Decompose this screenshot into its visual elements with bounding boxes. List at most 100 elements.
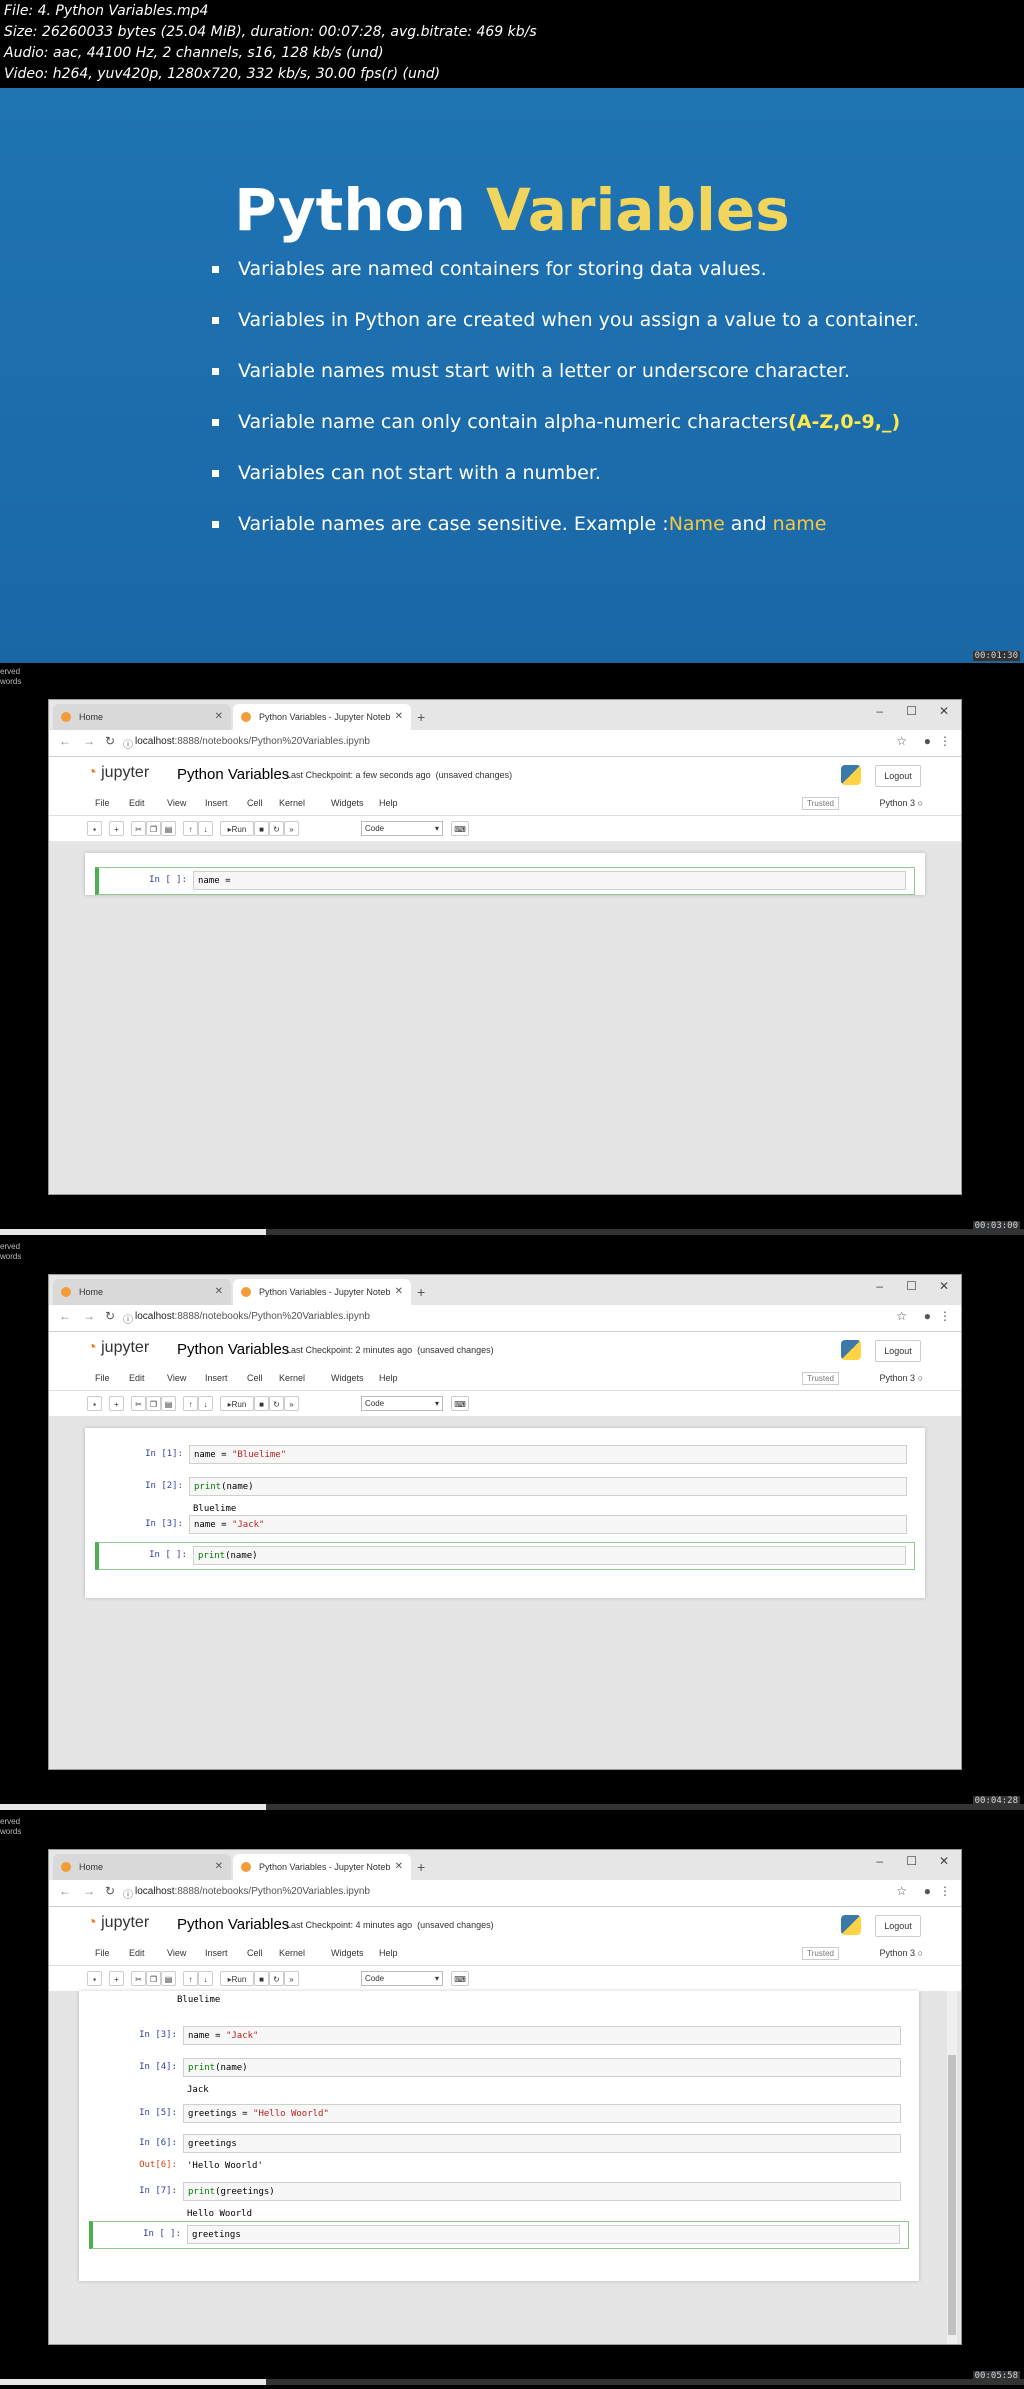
- tab-notebook[interactable]: Python Variables - Jupyter Noteb ✕: [233, 704, 411, 730]
- back-icon[interactable]: ←: [59, 1884, 71, 1898]
- copy-icon[interactable]: ❐: [146, 1396, 161, 1411]
- command-palette-icon[interactable]: ⌨: [451, 1396, 469, 1411]
- code-cell[interactable]: In [7]: print(greetings): [89, 2179, 909, 2205]
- run-button[interactable]: ▸Run: [220, 1396, 254, 1411]
- code-cell[interactable]: In [6]: greetings: [89, 2131, 909, 2157]
- back-icon[interactable]: ←: [59, 734, 71, 748]
- close-tab-icon[interactable]: ✕: [395, 704, 403, 730]
- menu-item[interactable]: File: [95, 798, 110, 808]
- account-icon[interactable]: ●: [924, 1309, 931, 1323]
- paste-icon[interactable]: ▤: [161, 1396, 176, 1411]
- restart-run-all-icon[interactable]: »: [284, 1971, 299, 1986]
- trusted-badge[interactable]: Trusted: [802, 1372, 839, 1385]
- notebook-title[interactable]: Python Variables: [177, 1916, 289, 1933]
- tab-notebook[interactable]: Python Variables - Jupyter Noteb ✕: [233, 1854, 411, 1880]
- run-button[interactable]: ▸Run: [220, 821, 254, 836]
- close-tab-icon[interactable]: ✕: [395, 1279, 403, 1305]
- reload-icon[interactable]: ↻: [105, 1309, 115, 1323]
- forward-icon[interactable]: →: [83, 1884, 95, 1898]
- menu-item[interactable]: Widgets: [331, 798, 364, 808]
- close-tab-icon[interactable]: ✕: [395, 1854, 403, 1880]
- run-button[interactable]: ▸Run: [220, 1971, 254, 1986]
- paste-icon[interactable]: ▤: [161, 1971, 176, 1986]
- code-cell[interactable]: In [ ]: name =: [95, 867, 915, 895]
- tab-notebook[interactable]: Python Variables - Jupyter Noteb ✕: [233, 1279, 411, 1305]
- menu-item[interactable]: Cell: [247, 798, 263, 808]
- minimize-icon[interactable]: –: [876, 704, 883, 718]
- code-input[interactable]: print(name): [183, 2058, 901, 2077]
- minimize-icon[interactable]: –: [876, 1279, 883, 1293]
- code-input[interactable]: name = "Bluelime": [189, 1445, 907, 1464]
- code-input[interactable]: greetings: [187, 2225, 900, 2244]
- close-tab-icon[interactable]: ✕: [215, 1854, 223, 1880]
- video-progress-bar[interactable]: [0, 2379, 1024, 2385]
- code-input[interactable]: name = "Jack": [183, 2026, 901, 2045]
- video-progress-bar[interactable]: [0, 1804, 1024, 1810]
- code-cell[interactable]: In [2]: print(name): [95, 1474, 915, 1500]
- notebook-title[interactable]: Python Variables: [177, 766, 289, 783]
- account-icon[interactable]: ●: [924, 1884, 931, 1898]
- jupyter-logo[interactable]: ◔ jupyter: [87, 1339, 149, 1357]
- insert-cell-icon[interactable]: +: [109, 821, 124, 836]
- code-cell[interactable]: In [3]: name = "Jack": [95, 1512, 915, 1538]
- menu-dots-icon[interactable]: ⋮: [939, 1309, 951, 1323]
- minimize-icon[interactable]: –: [876, 1854, 883, 1868]
- code-input[interactable]: print(name): [193, 1546, 906, 1565]
- move-down-icon[interactable]: ↓: [198, 821, 213, 836]
- move-down-icon[interactable]: ↓: [198, 1396, 213, 1411]
- move-up-icon[interactable]: ↑: [183, 1971, 198, 1986]
- code-cell[interactable]: In [1]: name = "Bluelime": [95, 1442, 915, 1468]
- menu-item[interactable]: Insert: [205, 798, 228, 808]
- code-cell[interactable]: In [5]: greetings = "Hello Woorld": [89, 2101, 909, 2127]
- forward-icon[interactable]: →: [83, 1309, 95, 1323]
- save-icon[interactable]: ▪: [87, 1971, 102, 1986]
- maximize-icon[interactable]: ☐: [906, 1279, 917, 1293]
- reload-icon[interactable]: ↻: [105, 1884, 115, 1898]
- bookmark-star-icon[interactable]: ☆: [896, 1884, 907, 1898]
- notebook-title[interactable]: Python Variables: [177, 1341, 289, 1358]
- menu-item[interactable]: Help: [379, 1948, 398, 1958]
- menu-item[interactable]: File: [95, 1373, 110, 1383]
- stop-icon[interactable]: ■: [254, 1971, 269, 1986]
- menu-item[interactable]: Edit: [129, 1373, 145, 1383]
- url-field[interactable]: localhost:8888/notebooks/Python%20Variab…: [135, 736, 370, 747]
- url-field[interactable]: localhost:8888/notebooks/Python%20Variab…: [135, 1886, 370, 1897]
- jupyter-logo[interactable]: ◔ jupyter: [87, 1914, 149, 1932]
- menu-item[interactable]: Insert: [205, 1373, 228, 1383]
- menu-item[interactable]: Help: [379, 798, 398, 808]
- menu-dots-icon[interactable]: ⋮: [939, 734, 951, 748]
- paste-icon[interactable]: ▤: [161, 821, 176, 836]
- back-icon[interactable]: ←: [59, 1309, 71, 1323]
- menu-item[interactable]: View: [167, 1948, 186, 1958]
- menu-item[interactable]: Cell: [247, 1373, 263, 1383]
- close-tab-icon[interactable]: ✕: [215, 1279, 223, 1305]
- restart-run-all-icon[interactable]: »: [284, 821, 299, 836]
- restart-icon[interactable]: ↻: [269, 821, 284, 836]
- insert-cell-icon[interactable]: +: [109, 1971, 124, 1986]
- cell-type-select[interactable]: Code ▾: [361, 1396, 443, 1411]
- code-input[interactable]: name = "Jack": [189, 1515, 907, 1534]
- code-input[interactable]: greetings = "Hello Woorld": [183, 2104, 901, 2123]
- code-cell[interactable]: In [ ]: print(name): [95, 1542, 915, 1570]
- cut-icon[interactable]: ✂: [131, 1396, 146, 1411]
- menu-item[interactable]: Widgets: [331, 1948, 364, 1958]
- cut-icon[interactable]: ✂: [131, 821, 146, 836]
- menu-item[interactable]: Help: [379, 1373, 398, 1383]
- move-down-icon[interactable]: ↓: [198, 1971, 213, 1986]
- code-cell[interactable]: In [4]: print(name): [89, 2055, 909, 2081]
- close-window-icon[interactable]: ✕: [939, 1279, 949, 1293]
- code-input[interactable]: name =: [193, 871, 906, 890]
- restart-run-all-icon[interactable]: »: [284, 1396, 299, 1411]
- logout-button[interactable]: Logout: [875, 1340, 921, 1362]
- restart-icon[interactable]: ↻: [269, 1971, 284, 1986]
- menu-item[interactable]: File: [95, 1948, 110, 1958]
- new-tab-icon[interactable]: +: [417, 704, 425, 730]
- logout-button[interactable]: Logout: [875, 1915, 921, 1937]
- close-window-icon[interactable]: ✕: [939, 704, 949, 718]
- menu-item[interactable]: View: [167, 798, 186, 808]
- forward-icon[interactable]: →: [83, 734, 95, 748]
- jupyter-logo[interactable]: ◔ jupyter: [87, 764, 149, 782]
- tab-home[interactable]: Home ✕: [53, 704, 231, 730]
- copy-icon[interactable]: ❐: [146, 1971, 161, 1986]
- maximize-icon[interactable]: ☐: [906, 1854, 917, 1868]
